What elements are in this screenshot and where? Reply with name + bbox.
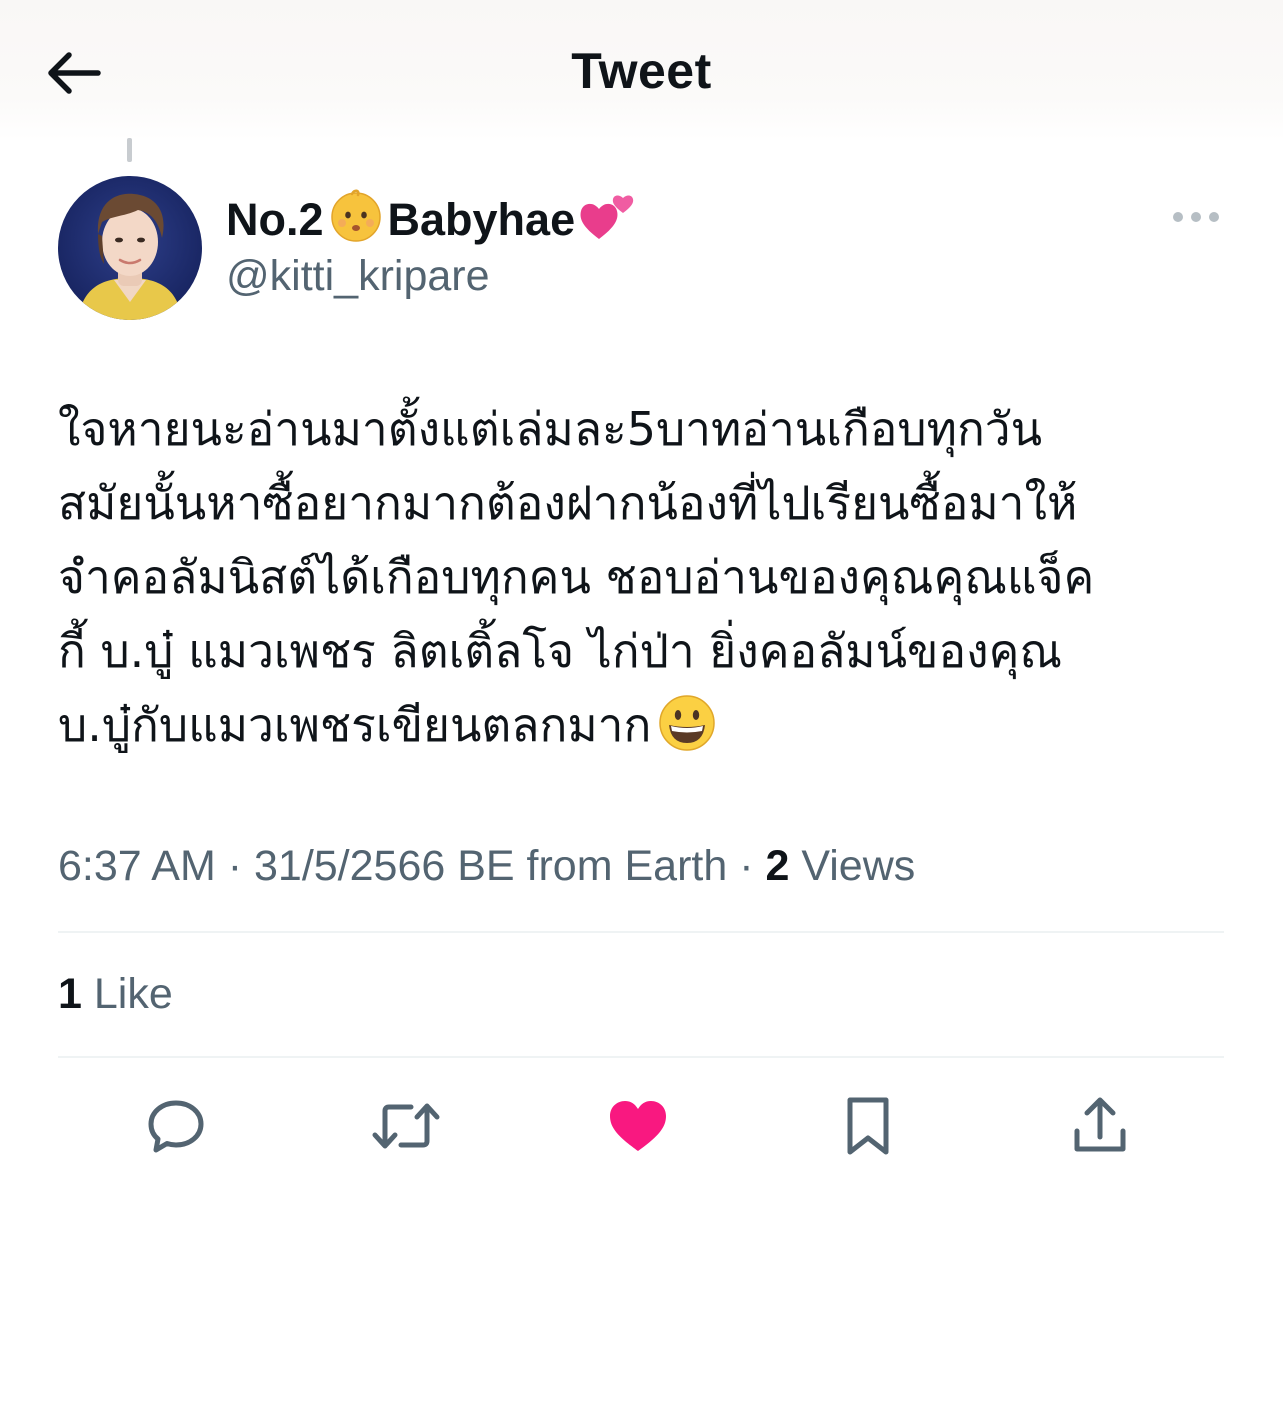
bookmark-button[interactable] bbox=[832, 1090, 904, 1162]
like-icon bbox=[610, 1101, 666, 1151]
author-name-text: No.2 bbox=[226, 194, 324, 245]
bookmark-icon bbox=[847, 1097, 889, 1155]
avatar[interactable] bbox=[58, 176, 202, 320]
tweet-time[interactable]: 6:37 AM bbox=[58, 842, 216, 890]
meta-separator: · bbox=[215, 842, 254, 890]
retweet-button[interactable] bbox=[370, 1090, 442, 1162]
tweet-line: สมัยนั้นหาซื้อยากมากต้องฝากน้องที่ไปเรีย… bbox=[58, 476, 1078, 530]
top-bar: Tweet bbox=[0, 0, 1283, 140]
views-count: 2 bbox=[765, 842, 790, 890]
tweet-line: จำคอลัมนิสต์ได้เกือบทุกคน ชอบอ่านของคุณค… bbox=[58, 550, 1095, 604]
likes-count: 1 bbox=[58, 970, 82, 1018]
tweet-line: กี้ บ.บู๋ แมวเพชร ลิตเติ้ลโจ ไก่ป่า ยิ่ง… bbox=[58, 624, 1063, 678]
author-handle[interactable]: @kitti_kripare bbox=[226, 252, 490, 301]
tweet-text: ใจหายนะอ่านมาตั้งแต่เล่มละ5บาทอ่านเกือบท… bbox=[58, 392, 1238, 774]
likes-label: Like bbox=[81, 970, 173, 1018]
tweet-line: ใจหายนะอ่านมาตั้งแต่เล่มละ5บาทอ่านเกือบท… bbox=[58, 402, 1043, 456]
thread-connector bbox=[127, 138, 132, 162]
baby-emoji-icon bbox=[326, 185, 386, 256]
tweet-source: from Earth bbox=[514, 842, 728, 890]
grinning-face-icon bbox=[657, 693, 717, 774]
more-dots-icon bbox=[1173, 212, 1219, 222]
views-label: Views bbox=[789, 842, 916, 890]
page-title: Tweet bbox=[571, 43, 712, 99]
tweet-line-text: บ.บู๋กับแมวเพชรเขียนตลกมาก bbox=[58, 698, 652, 752]
avatar-image bbox=[58, 176, 202, 320]
two-hearts-emoji-icon bbox=[577, 185, 641, 256]
tweet-meta: 6:37 AM · 31/5/2566 BE from Earth · 2 Vi… bbox=[58, 842, 915, 891]
share-button[interactable] bbox=[1064, 1090, 1136, 1162]
tweet-line-last: บ.บู๋กับแมวเพชรเขียนตลกมาก bbox=[58, 688, 1238, 774]
more-options-button[interactable] bbox=[1168, 200, 1224, 234]
author-name-suffix: Babyhae bbox=[387, 194, 576, 245]
like-button[interactable] bbox=[602, 1090, 674, 1162]
divider bbox=[58, 931, 1224, 933]
likes-stat[interactable]: 1 Like bbox=[58, 970, 173, 1019]
retweet-icon bbox=[372, 1103, 440, 1149]
tweet-date[interactable]: 31/5/2566 BE bbox=[254, 842, 515, 890]
share-icon bbox=[1074, 1097, 1126, 1152]
meta-separator: · bbox=[727, 842, 766, 890]
author-name[interactable]: No.2 Babyhae bbox=[226, 189, 643, 250]
reply-button[interactable] bbox=[140, 1090, 212, 1162]
divider bbox=[58, 1056, 1224, 1058]
reply-icon bbox=[148, 1100, 204, 1153]
